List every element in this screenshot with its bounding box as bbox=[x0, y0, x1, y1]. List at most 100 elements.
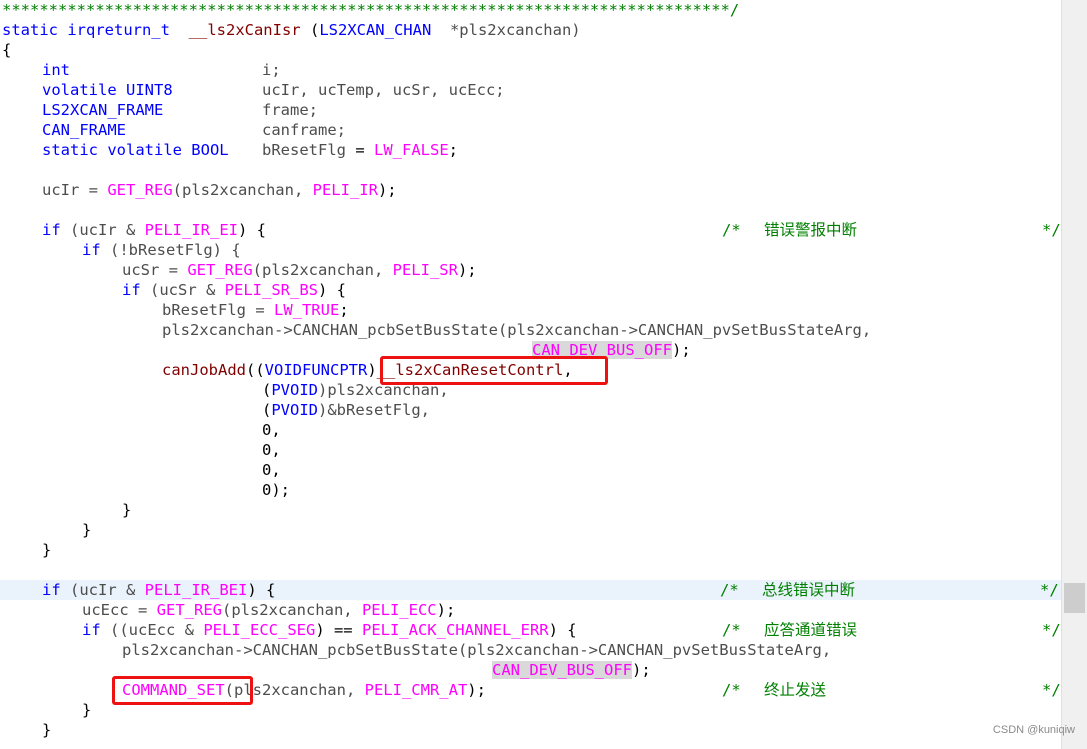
code-token: (!bResetFlg) { bbox=[100, 241, 241, 259]
code-token: ); bbox=[671, 341, 691, 359]
comment-open: /* bbox=[722, 681, 741, 699]
code-line-25: } bbox=[2, 500, 131, 520]
code-token: PELI_ACK_CHANNEL_ERR bbox=[361, 621, 549, 639]
code-token: bResetFlg bbox=[262, 141, 346, 159]
comment-close: */ bbox=[1042, 621, 1061, 639]
code-line-35: } bbox=[2, 700, 91, 720]
code-line-21: 0, bbox=[2, 420, 281, 440]
code-token: (( bbox=[246, 361, 265, 379]
code-token: LS2XCAN_CHAN bbox=[319, 21, 432, 39]
code-token: (pls2xcanchan, bbox=[252, 261, 393, 279]
code-token: ; bbox=[448, 141, 458, 159]
code-token: GET_REG bbox=[107, 181, 173, 199]
code-line-12: if (!bResetFlg) { bbox=[2, 240, 241, 260]
comment-text: 终止发送 bbox=[764, 681, 827, 699]
code-token: canframe; bbox=[262, 121, 346, 139]
code-token: ucIr, ucTemp, ucSr, ucEcc; bbox=[262, 81, 505, 99]
code-token: if bbox=[122, 281, 141, 299]
code-token: ); bbox=[436, 601, 456, 619]
comment-close: */ bbox=[1042, 221, 1061, 239]
code-editor[interactable]: ****************************************… bbox=[0, 0, 1062, 749]
code-line-24: 0); bbox=[2, 480, 290, 500]
code-token: ); bbox=[377, 181, 397, 199]
code-token: ) { bbox=[238, 221, 266, 239]
code-token: 0, bbox=[262, 441, 281, 459]
code-line-11: if (ucIr & PELI_IR_EI) {/* 错误警报中断 */ bbox=[2, 220, 1062, 240]
code-token: ; bbox=[339, 301, 349, 319]
code-token: (ucSr & bbox=[140, 281, 225, 299]
code-token: (ucIr & bbox=[60, 581, 145, 599]
code-token: } bbox=[82, 701, 92, 719]
code-line-27: } bbox=[2, 540, 51, 560]
comment-text: 应答通道错误 bbox=[764, 621, 858, 639]
code-line-30: ucEcc = GET_REG(pls2xcanchan, PELI_ECC); bbox=[2, 600, 455, 620]
code-token: ( bbox=[262, 401, 272, 419]
code-token: static irqreturn_t bbox=[2, 21, 170, 39]
code-line-36: } bbox=[2, 720, 51, 740]
code-token: if bbox=[82, 621, 101, 639]
vertical-scrollbar[interactable] bbox=[1061, 0, 1087, 749]
comment-text: 总线错误中断 bbox=[762, 581, 856, 599]
comment-open: /* bbox=[720, 581, 739, 599]
highlight-box-command-set bbox=[112, 676, 253, 705]
comment-text: 错误警报中断 bbox=[764, 221, 858, 239]
code-token: static volatile BOOL bbox=[42, 141, 229, 159]
function-name: canJobAdd bbox=[162, 361, 246, 379]
header-comment: ****************************************… bbox=[2, 1, 740, 19]
function-name: __ls2xCanIsr bbox=[188, 21, 301, 39]
code-token: LW_TRUE bbox=[273, 301, 340, 319]
code-token: )&bResetFlg, bbox=[318, 401, 430, 419]
code-line-7: static volatile BOOL bResetFlg = LW_FALSE… bbox=[2, 140, 458, 160]
code-token: PELI_SR_BS bbox=[224, 281, 318, 299]
code-token: PVOID bbox=[271, 381, 319, 399]
code-token: PELI_IR_EI bbox=[144, 221, 238, 239]
code-token: ( bbox=[262, 381, 272, 399]
code-token: int bbox=[42, 61, 70, 79]
code-token: if bbox=[42, 581, 61, 599]
code-token: pls2xcanchan->CANCHAN_pcbSetBusState(pls… bbox=[122, 641, 832, 659]
code-token: PELI_ECC bbox=[361, 601, 437, 619]
code-token: 0); bbox=[262, 481, 290, 499]
code-token: GET_REG bbox=[156, 601, 222, 619]
code-token: PVOID bbox=[271, 401, 319, 419]
code-token: ) == bbox=[315, 621, 362, 639]
comment-close: */ bbox=[1040, 581, 1059, 599]
code-token: LW_FALSE bbox=[374, 141, 449, 159]
code-line-4: volatile UINT8 ucIr, ucTemp, ucSr, ucEcc; bbox=[2, 80, 505, 100]
code-token: PELI_IR_BEI bbox=[144, 581, 248, 599]
code-token: (pls2xcanchan, bbox=[221, 601, 362, 619]
code-token: = bbox=[346, 141, 374, 159]
header-comment-line: ****************************************… bbox=[2, 0, 739, 20]
code-line-9: ucIr = GET_REG(pls2xcanchan, PELI_IR); bbox=[2, 180, 397, 200]
code-token: } bbox=[42, 541, 52, 559]
code-token: PELI_IR bbox=[312, 181, 378, 199]
code-token: GET_REG bbox=[187, 261, 253, 279]
code-token: pls2xcanchan->CANCHAN_pcbSetBusState(pls… bbox=[162, 321, 872, 339]
code-token: PELI_SR bbox=[392, 261, 458, 279]
code-line-14: if (ucSr & PELI_SR_BS) { bbox=[2, 280, 346, 300]
code-token: *pls2xcanchan) bbox=[431, 21, 581, 39]
code-token: } bbox=[82, 521, 92, 539]
code-token: volatile UINT8 bbox=[42, 81, 173, 99]
watermark: CSDN @kuniqiw bbox=[992, 724, 1075, 736]
comment-close: */ bbox=[1042, 681, 1061, 699]
code-line-29-current: if (ucIr & PELI_IR_BEI) { /* 总线错误中断 */ bbox=[0, 580, 1062, 600]
code-token: ((ucEcc & bbox=[100, 621, 204, 639]
code-token: CAN_FRAME bbox=[42, 121, 126, 139]
code-token: frame; bbox=[262, 101, 318, 119]
code-token: ucEcc = bbox=[82, 601, 157, 619]
code-token: ); bbox=[457, 261, 477, 279]
code-token: CAN_DEV_BUS_OFF bbox=[492, 661, 632, 679]
code-line-33: CAN_DEV_BUS_OFF); bbox=[2, 660, 651, 680]
code-line-6: CAN_FRAME canframe; bbox=[2, 120, 346, 140]
code-line-20: (PVOID)&bResetFlg, bbox=[2, 400, 430, 420]
code-line-26: } bbox=[2, 520, 91, 540]
code-line-1: static irqreturn_t __ls2xCanIsr (LS2XCAN… bbox=[2, 20, 581, 40]
code-token: ) { bbox=[247, 581, 276, 599]
scrollbar-thumb[interactable] bbox=[1064, 583, 1085, 613]
code-token: ) { bbox=[548, 621, 577, 639]
code-line-5: LS2XCAN_FRAME frame; bbox=[2, 100, 318, 120]
code-token: ); bbox=[631, 661, 651, 679]
code-token: } bbox=[122, 501, 132, 519]
